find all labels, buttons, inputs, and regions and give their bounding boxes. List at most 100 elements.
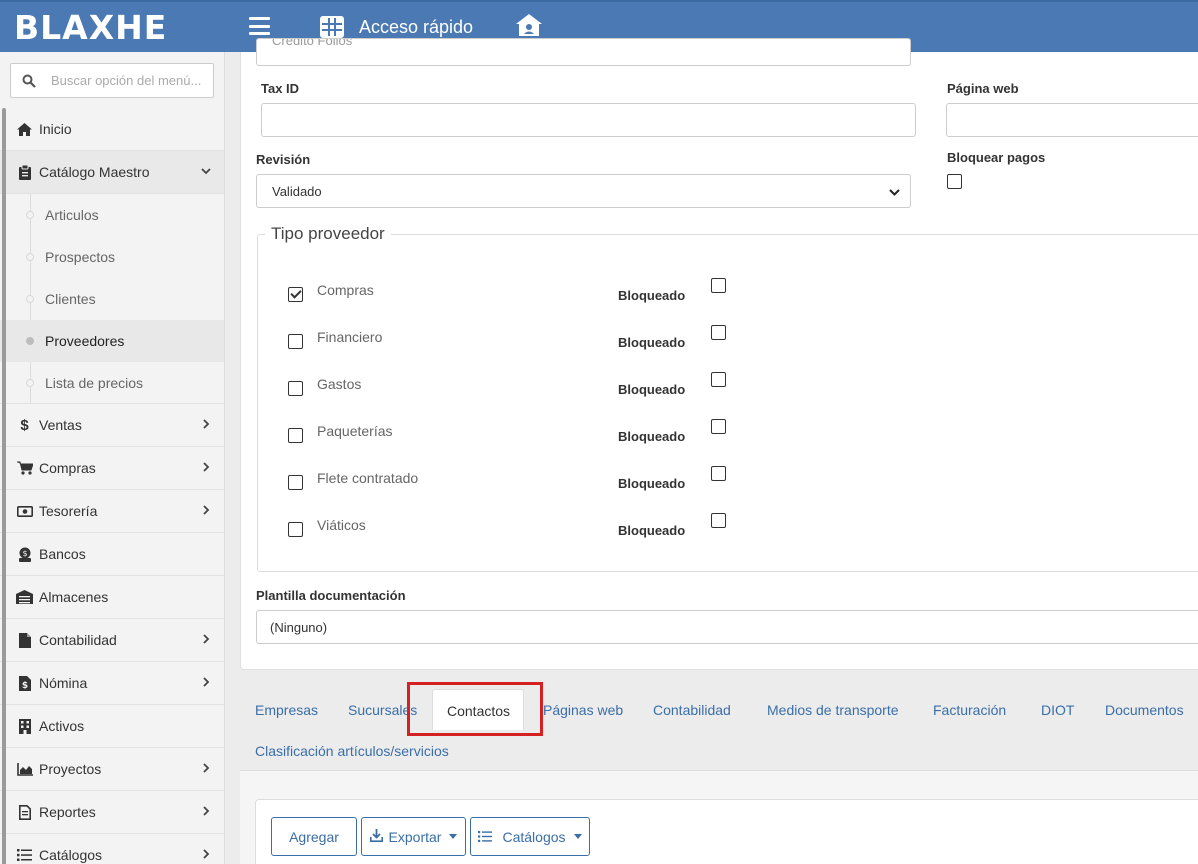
sidebar-subitem-proveedores[interactable]: Proveedores	[0, 320, 224, 362]
sidebar-menu: Inicio Catálogo Maestro Articulos Prospe…	[0, 108, 224, 864]
supplier-type-flete-checkbox[interactable]	[288, 475, 303, 490]
bank-icon: $	[16, 546, 33, 562]
sidebar-subitem-label: Prospectos	[45, 249, 116, 265]
partial-field-top[interactable]: Crédito Folios	[256, 38, 911, 66]
blocked-label: Bloqueado	[618, 523, 686, 538]
chevron-right-icon	[200, 804, 212, 820]
sidebar-subitem-articulos[interactable]: Articulos	[0, 194, 224, 236]
sidebar-item-bancos[interactable]: $ Bancos	[0, 533, 224, 576]
home-icon	[16, 121, 33, 137]
download-icon	[369, 828, 383, 845]
tax-id-label: Tax ID	[261, 81, 300, 96]
cart-icon	[16, 460, 33, 476]
building-icon	[16, 718, 33, 734]
sidebar-item-label: Reportes	[39, 804, 96, 820]
add-button[interactable]: Agregar	[271, 817, 357, 856]
tab-facturacion[interactable]: Facturación	[933, 702, 1006, 718]
grid-icon[interactable]	[320, 16, 344, 38]
sidebar-item-label: Proyectos	[39, 761, 102, 777]
sidebar-item-catalogos[interactable]: Catálogos	[0, 834, 224, 864]
sidebar-item-activos[interactable]: Activos	[0, 705, 224, 748]
chevron-right-icon	[200, 632, 212, 648]
supplier-type-legend: Tipo proveedor	[265, 224, 391, 244]
quick-access-link[interactable]: Acceso rápido	[359, 17, 473, 38]
caret-down-icon	[449, 834, 458, 839]
doc-template-label: Plantilla documentación	[256, 588, 406, 603]
supplier-type-gastos-checkbox[interactable]	[288, 381, 303, 396]
supplier-type-flete-blocked-checkbox[interactable]	[711, 466, 726, 481]
bullet-icon	[26, 295, 34, 303]
supplier-type-compras-blocked-checkbox[interactable]	[711, 278, 726, 293]
menu-search[interactable]	[10, 63, 214, 98]
add-button-label: Agregar	[289, 828, 339, 845]
revision-select[interactable]: Validado	[256, 174, 911, 208]
sidebar-item-compras[interactable]: Compras	[0, 447, 224, 490]
supplier-type-paqueterias-blocked-checkbox[interactable]	[711, 419, 726, 434]
chevron-down-icon	[200, 164, 212, 180]
sidebar-item-ventas[interactable]: $ Ventas	[0, 404, 224, 447]
sidebar-item-label: Contabilidad	[39, 632, 117, 648]
chevron-right-icon	[200, 417, 212, 433]
bullet-icon	[26, 253, 34, 261]
sidebar-item-tesoreria[interactable]: Tesorería	[0, 490, 224, 533]
sidebar-item-inicio[interactable]: Inicio	[0, 108, 224, 151]
sidebar-item-almacenes[interactable]: Almacenes	[0, 576, 224, 619]
supplier-type-fieldset	[257, 234, 1198, 572]
supplier-type-financiero-blocked-checkbox[interactable]	[711, 325, 726, 340]
sidebar-subitem-label: Proveedores	[45, 333, 125, 349]
sidebar-item-label: Tesorería	[39, 503, 98, 519]
website-input[interactable]	[946, 103, 1198, 137]
tab-empresas[interactable]: Empresas	[255, 702, 318, 718]
tab-clasificacion[interactable]: Clasificación artículos/servicios	[255, 743, 449, 759]
sidebar-item-proyectos[interactable]: Proyectos	[0, 748, 224, 791]
tab-diot[interactable]: DIOT	[1041, 702, 1074, 718]
sidebar-item-label: Compras	[39, 460, 96, 476]
supplier-type-option-label: Compras	[317, 282, 374, 298]
blocked-label: Bloqueado	[618, 288, 686, 303]
supplier-type-option-label: Flete contratado	[317, 470, 419, 486]
sidebar-item-contabilidad[interactable]: Contabilidad	[0, 619, 224, 662]
catalogs-button[interactable]: Catálogos	[470, 817, 590, 856]
sidebar-subitem-lista-precios[interactable]: Lista de precios	[0, 362, 224, 404]
supplier-type-option-label: Viáticos	[317, 517, 366, 533]
doc-template-select[interactable]: (Ninguno)	[256, 610, 1198, 644]
sidebar-item-nomina[interactable]: $ Nómina	[0, 662, 224, 705]
export-button-label: Exportar	[388, 828, 442, 845]
block-payments-checkbox[interactable]	[947, 174, 962, 189]
supplier-type-gastos-blocked-checkbox[interactable]	[711, 372, 726, 387]
supplier-type-paqueterias-checkbox[interactable]	[288, 428, 303, 443]
svg-text:$: $	[21, 681, 27, 691]
blocked-label: Bloqueado	[618, 429, 686, 444]
warehouse-icon	[16, 589, 33, 605]
app-logo[interactable]: BLAXHE	[14, 8, 167, 47]
supplier-type-financiero-checkbox[interactable]	[288, 334, 303, 349]
bullet-icon	[26, 337, 34, 345]
sidebar-item-label: Nómina	[39, 675, 88, 691]
sidebar-item-label: Activos	[39, 718, 85, 734]
search-input[interactable]	[51, 64, 211, 97]
tab-contabilidad[interactable]: Contabilidad	[653, 702, 731, 718]
tab-medios-transporte[interactable]: Medios de transporte	[767, 702, 899, 718]
supplier-form-panel: Crédito Folios Tax ID Página web Revisió…	[240, 38, 1198, 670]
export-button[interactable]: Exportar	[361, 817, 466, 856]
tab-paginas-web[interactable]: Páginas web	[543, 702, 623, 718]
sidebar-subitem-prospectos[interactable]: Prospectos	[0, 236, 224, 278]
revision-label: Revisión	[256, 152, 311, 167]
revision-select-value: Validado	[272, 183, 322, 199]
sidebar-item-reportes[interactable]: Reportes	[0, 791, 224, 834]
supplier-type-compras-checkbox[interactable]	[288, 287, 303, 302]
tab-documentos[interactable]: Documentos	[1105, 702, 1184, 718]
tax-id-input[interactable]	[261, 103, 916, 137]
blocked-label: Bloqueado	[618, 476, 686, 491]
partial-field-value: Crédito Folios	[272, 38, 353, 48]
supplier-type-option-label: Gastos	[317, 376, 362, 392]
sidebar-item-catalogo-maestro[interactable]: Catálogo Maestro	[0, 151, 224, 194]
sidebar-item-label: Catálogos	[39, 847, 103, 863]
sidebar-scrollbar[interactable]	[2, 108, 6, 864]
supplier-type-viaticos-blocked-checkbox[interactable]	[711, 513, 726, 528]
hamburger-menu-icon[interactable]	[249, 17, 270, 35]
sidebar-subitem-clientes[interactable]: Clientes	[0, 278, 224, 320]
sidebar-item-label: Ventas	[39, 417, 82, 433]
supplier-type-viaticos-checkbox[interactable]	[288, 522, 303, 537]
home-icon[interactable]	[514, 12, 544, 41]
